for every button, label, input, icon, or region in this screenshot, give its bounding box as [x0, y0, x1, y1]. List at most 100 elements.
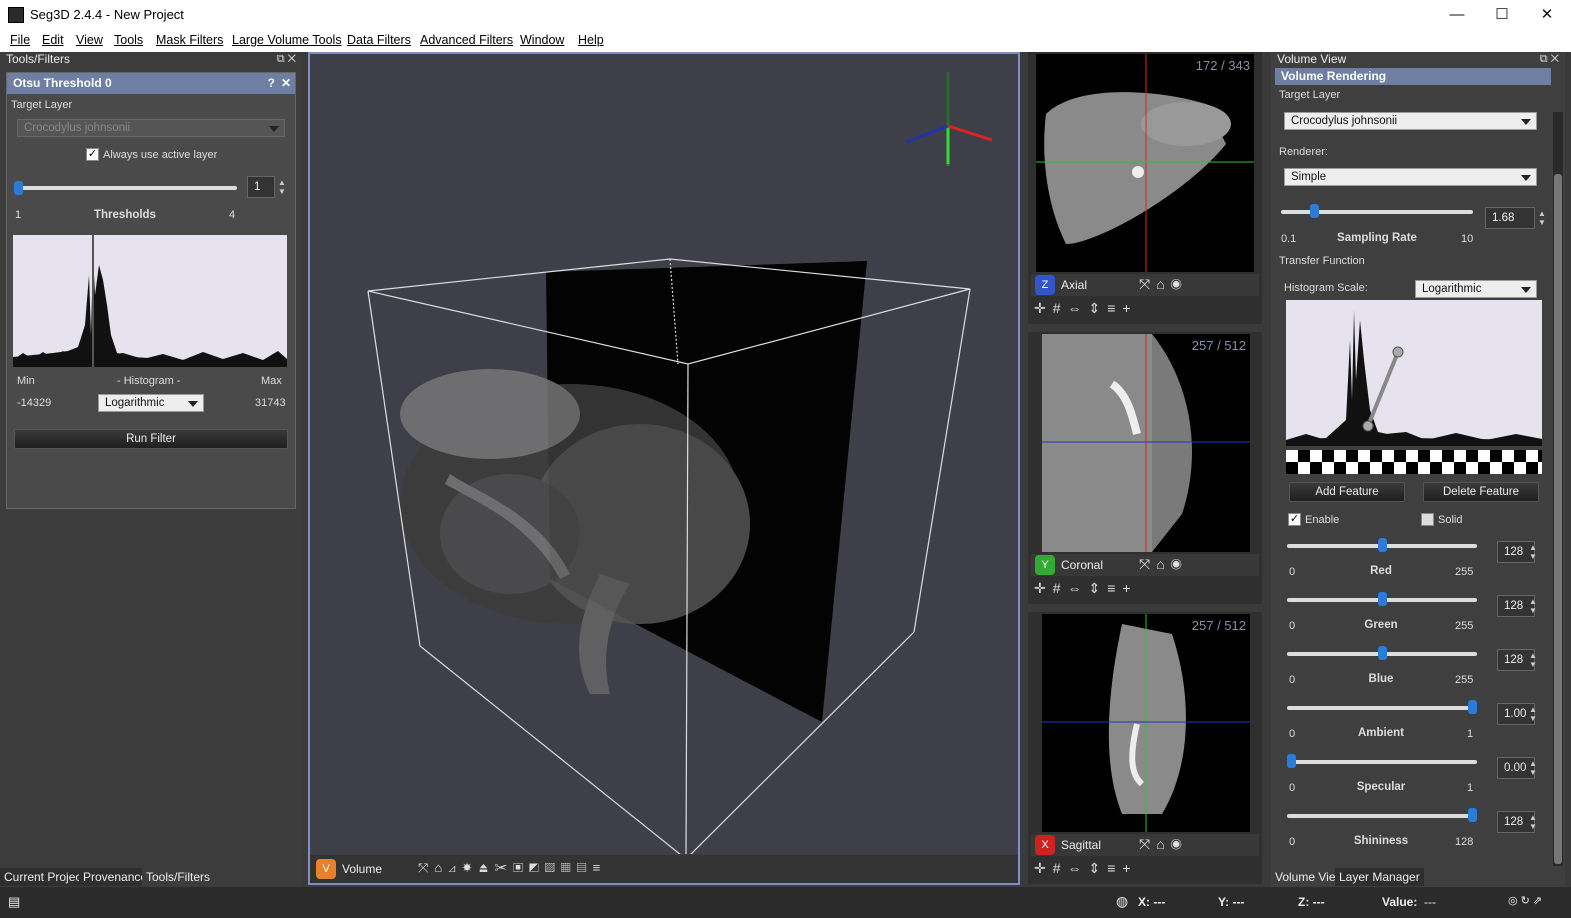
sampling-rate-spinbox[interactable]: 1.68 — [1485, 207, 1535, 229]
globe-icon[interactable]: ◍ — [1116, 893, 1128, 910]
sagittal-label: Sagittal — [1061, 838, 1102, 852]
coronal-view-icons[interactable]: ⤧⌂◉ — [1139, 556, 1188, 573]
renderer-label: Renderer: — [1279, 146, 1328, 158]
thresholds-slider-track[interactable] — [15, 186, 237, 190]
tab-provenance[interactable]: Provenance — [79, 868, 152, 886]
target-layer-label: Target Layer — [11, 99, 73, 111]
hist-scale-select[interactable]: Logarithmic — [1415, 280, 1537, 298]
menu-large-volume-tools[interactable]: Large Volume Tools — [232, 33, 342, 47]
tools-filters-dock: Tools/Filters ⧉ ✕ Otsu Threshold 0 ? ✕ T… — [0, 52, 302, 887]
volume-3d-viewer[interactable]: V Volume ⤧⌂⊿☀⏏✂▣◩▨▦▤≡ — [308, 52, 1020, 885]
target-layer-select[interactable]: Crocodylus johnsonii — [17, 119, 285, 137]
add-feature-button[interactable]: Add Feature — [1289, 482, 1405, 502]
renderer-select[interactable]: Simple — [1284, 168, 1537, 186]
ambient-slider-handle[interactable] — [1468, 700, 1477, 714]
axial-badge[interactable]: Z — [1035, 275, 1055, 295]
coronal-slice-counter: 257 / 512 — [1191, 338, 1246, 353]
hist-scale-value: Logarithmic — [1422, 283, 1482, 295]
coronal-tool-icons[interactable]: ✛#⇔⇕≡+ — [1034, 580, 1138, 597]
ambient-label: Ambient — [1358, 727, 1404, 739]
viewer-label: Volume — [342, 862, 383, 876]
sagittal-view-icons[interactable]: ⤧⌂◉ — [1139, 836, 1188, 853]
hist-scale-label: Histogram Scale: — [1284, 282, 1368, 294]
thresholds-spinbox[interactable]: 1 — [247, 176, 275, 198]
green-min: 0 — [1289, 620, 1296, 632]
coronal-badge[interactable]: Y — [1035, 555, 1055, 575]
chevron-down-icon — [1521, 119, 1531, 125]
menu-tools[interactable]: Tools — [114, 33, 143, 47]
shininess-slider-track[interactable] — [1287, 814, 1477, 818]
menu-help[interactable]: Help — [578, 33, 604, 47]
coronal-view[interactable]: 257 / 512 Y Coronal ⤧⌂◉ ✛#⇔⇕≡+ — [1028, 332, 1262, 604]
delete-feature-button[interactable]: Delete Feature — [1423, 482, 1539, 502]
tool-header: Otsu Threshold 0 ? ✕ — [7, 73, 295, 94]
enable-label: Enable — [1305, 514, 1340, 526]
ambient-slider-track[interactable] — [1287, 706, 1477, 710]
always-active-checkbox[interactable]: ✓ — [86, 148, 99, 161]
green-slider-handle[interactable] — [1377, 592, 1387, 606]
sagittal-badge[interactable]: X — [1035, 835, 1055, 855]
spin-arrows-icon[interactable]: ▲ ▼ — [1529, 705, 1537, 723]
app-icon — [8, 7, 24, 23]
maximize-button[interactable]: ☐ — [1479, 0, 1525, 31]
help-icon[interactable]: ? — [268, 73, 275, 93]
spin-arrows-icon[interactable]: ▲ ▼ — [1538, 209, 1546, 227]
transfer-function-editor[interactable] — [1286, 300, 1542, 446]
sagittal-view[interactable]: 257 / 512 X Sagittal ⤧⌂◉ ✛#⇔⇕≡+ — [1028, 612, 1262, 884]
status-x: X: --- — [1138, 895, 1166, 909]
volume-badge[interactable]: V — [316, 859, 336, 879]
red-slider-handle[interactable] — [1377, 538, 1387, 552]
renderer-value: Simple — [1291, 171, 1327, 183]
sagittal-image: 257 / 512 — [1042, 614, 1250, 832]
target-layer-select[interactable]: Crocodylus johnsonii — [1284, 112, 1537, 130]
blue-slider-handle[interactable] — [1377, 646, 1387, 660]
specular-max: 1 — [1467, 782, 1474, 794]
hist-scale-select[interactable]: Logarithmic — [98, 394, 204, 412]
menu-view[interactable]: View — [76, 33, 103, 47]
thresholds-slider-handle[interactable] — [14, 181, 23, 195]
otsu-threshold-tool: Otsu Threshold 0 ? ✕ Target Layer Crocod… — [6, 72, 296, 509]
close-tool-icon[interactable]: ✕ — [281, 73, 291, 93]
sagittal-tool-icons[interactable]: ✛#⇔⇕≡+ — [1034, 860, 1138, 877]
spin-arrows-icon[interactable]: ▲ ▼ — [1529, 813, 1537, 831]
chevron-down-icon — [1521, 175, 1531, 181]
close-button[interactable]: ✕ — [1524, 0, 1570, 31]
enable-checkbox[interactable]: ✓ — [1288, 513, 1301, 526]
spin-arrows-icon[interactable]: ▲ ▼ — [1529, 651, 1537, 669]
spin-arrows-icon[interactable]: ▲ ▼ — [1529, 543, 1537, 561]
target-layer-value: Crocodylus johnsonii — [1291, 115, 1398, 127]
tab-layer-manager[interactable]: Layer Manager — [1335, 868, 1424, 886]
menu-mask-filters[interactable]: Mask Filters — [156, 33, 223, 47]
dock-float-close-icons[interactable]: ⧉ ✕ — [1540, 52, 1559, 67]
specular-slider-track[interactable] — [1287, 760, 1477, 764]
tab-current-project[interactable]: Current Project — [0, 868, 89, 886]
menu-data-filters[interactable]: Data Filters — [347, 33, 411, 47]
dock-float-close-icons[interactable]: ⧉ ✕ — [277, 52, 296, 67]
scrollbar-thumb[interactable] — [1554, 174, 1562, 864]
menu-edit[interactable]: Edit — [42, 33, 64, 47]
minimize-button[interactable]: — — [1434, 0, 1480, 31]
title-bar: Seg3D 2.4.4 - New Project — ☐ ✕ — [0, 0, 1571, 31]
menu-advanced-filters[interactable]: Advanced Filters — [420, 33, 513, 47]
axial-tool-icons[interactable]: ✛#⇔⇕≡+ — [1034, 300, 1138, 317]
axial-view-icons[interactable]: ⤧⌂◉ — [1139, 276, 1188, 293]
menu-window[interactable]: Window — [520, 33, 564, 47]
window-title: Seg3D 2.4.4 - New Project — [30, 7, 184, 22]
solid-checkbox[interactable] — [1421, 513, 1434, 526]
sampling-rate-handle[interactable] — [1310, 204, 1320, 218]
scrollbar[interactable] — [1553, 112, 1563, 866]
viewer-tool-icons[interactable]: ⤧⌂⊿☀⏏✂▣◩▨▦▤≡ — [418, 860, 606, 876]
spin-arrows-icon[interactable]: ▲ ▼ — [1529, 597, 1537, 615]
log-icon[interactable]: ▤ — [8, 894, 20, 910]
shininess-slider-handle[interactable] — [1468, 808, 1477, 822]
axial-view[interactable]: 172 / 343 Z Axial ⤧⌂◉ ✛#⇔⇕≡+ — [1028, 52, 1262, 324]
status-value: --- — [1424, 895, 1436, 909]
menu-file[interactable]: File — [10, 33, 30, 47]
run-filter-button[interactable]: Run Filter — [14, 429, 288, 449]
spin-arrows-icon[interactable]: ▲ ▼ — [1529, 759, 1537, 777]
specular-slider-handle[interactable] — [1287, 754, 1296, 768]
histogram-plot — [13, 235, 287, 367]
tab-tools-filters[interactable]: Tools/Filters — [142, 868, 215, 886]
spin-arrows-icon[interactable]: ▲ ▼ — [278, 178, 286, 196]
status-value-label: Value: — [1382, 895, 1418, 909]
